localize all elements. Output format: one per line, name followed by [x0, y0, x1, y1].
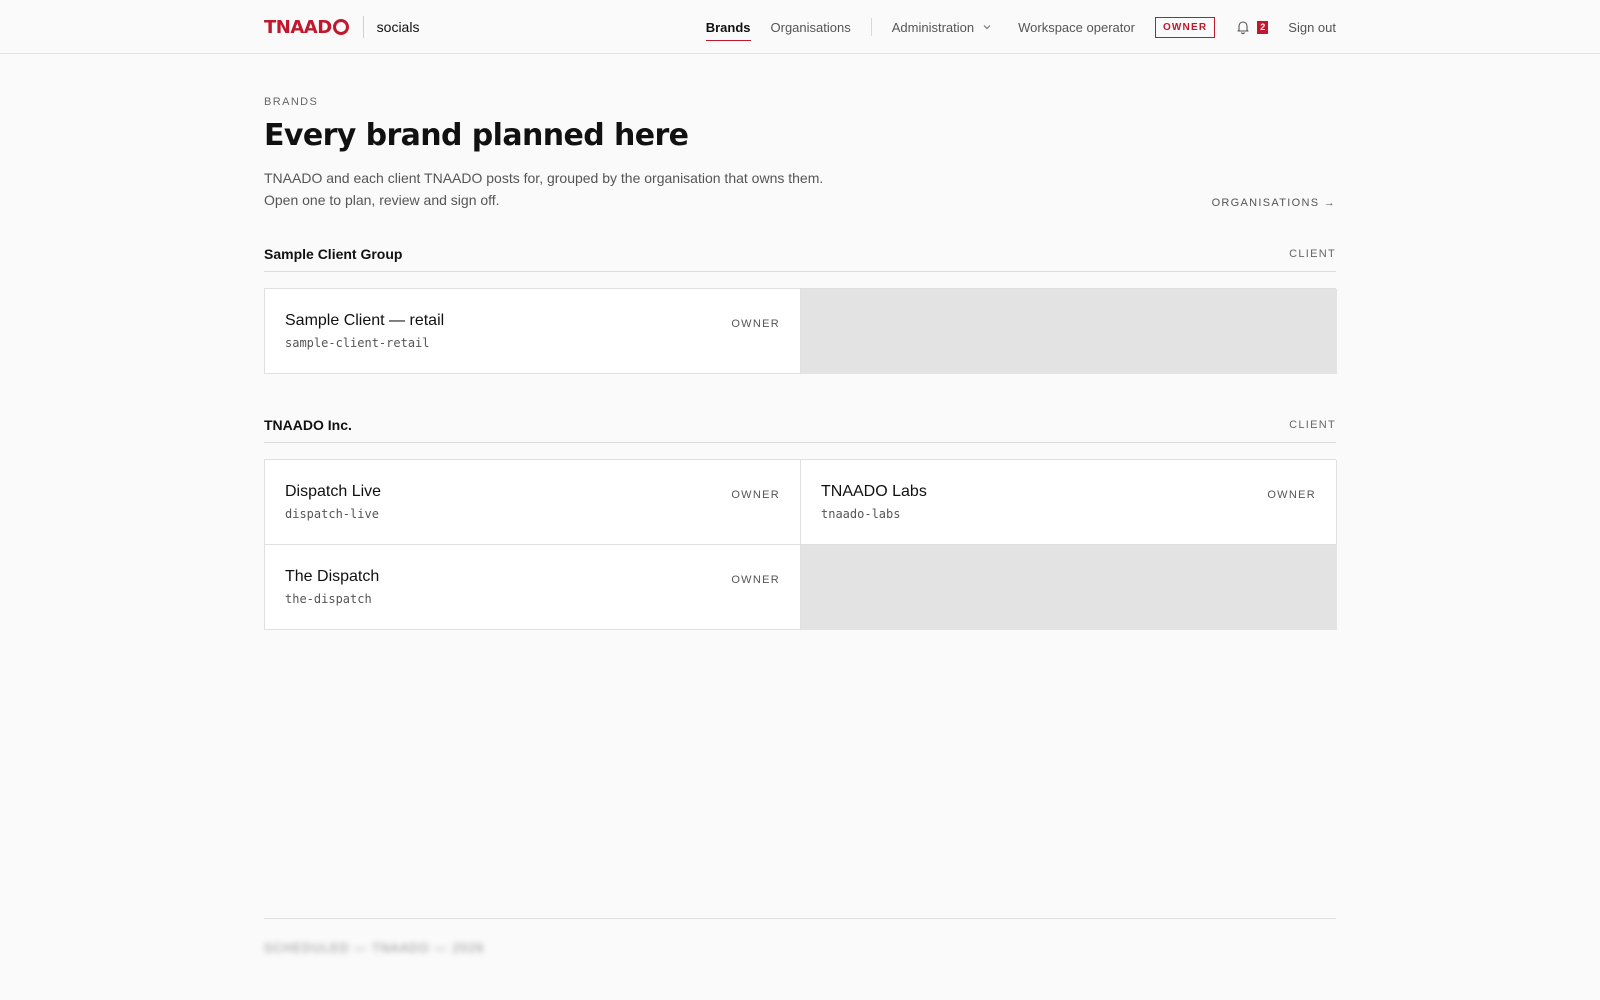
brand-role: OWNER — [731, 318, 780, 330]
brand-name: The Dispatch — [285, 568, 380, 585]
group-kind: CLIENT — [1289, 247, 1336, 260]
tnaado-logo[interactable]: TNAAD — [264, 17, 349, 38]
brand-name: Dispatch Live — [285, 483, 382, 500]
brand-grid: Sample Client — retail sample-client-ret… — [264, 288, 1337, 374]
brand-card-sample-client-retail[interactable]: Sample Client — retail sample-client-ret… — [265, 289, 801, 374]
brand-slug: dispatch-live — [285, 507, 379, 521]
org-group-tnaado-inc: TNAADO Inc. CLIENT Dispatch Live dispatc… — [264, 415, 1337, 630]
group-name: TNAADO Inc. — [264, 416, 352, 433]
brand-name: TNAADO Labs — [821, 483, 927, 500]
logo-ring-icon — [332, 19, 349, 35]
page-footer: SCHEDULED — TNAADO — 2026 — [264, 918, 1336, 955]
page-title: Every brand planned here — [264, 118, 689, 153]
notifications-count: 2 — [1257, 20, 1269, 34]
administration-label: Administration — [891, 19, 975, 35]
top-bar: TNAAD socials Brands Organisations Admin… — [0, 0, 1600, 54]
workspace-operator: Workspace operator — [1018, 19, 1135, 35]
role-badge: OWNER — [1154, 16, 1216, 38]
chevron-down-icon — [983, 25, 991, 30]
brand-grid: Dispatch Live dispatch-live OWNER TNAADO… — [264, 459, 1337, 630]
brand-role: OWNER — [731, 574, 780, 586]
administration-menu[interactable]: Administration — [892, 20, 992, 35]
grid-filler — [801, 545, 1337, 630]
brand-slug: sample-client-retail — [285, 336, 430, 350]
brand-card-tnaado-labs[interactable]: TNAADO Labs tnaado-labs OWNER — [801, 460, 1337, 545]
brand-role: OWNER — [731, 489, 780, 501]
notifications-button[interactable]: 2 — [1235, 19, 1269, 35]
nav-brands[interactable]: Brands — [705, 14, 751, 41]
brand-card-the-dispatch[interactable]: The Dispatch the-dispatch OWNER — [265, 545, 801, 630]
page-intro: TNAADO and each client TNAADO posts for,… — [264, 170, 824, 208]
product-name: socials — [376, 19, 420, 35]
brand-name: Sample Client — retail — [285, 312, 445, 329]
grid-filler — [801, 289, 1337, 374]
main-nav: Brands Organisations Administration Work… — [705, 14, 1336, 41]
organisations-link[interactable]: ORGANISATIONS → — [1212, 197, 1336, 209]
brand-slug: tnaado-labs — [821, 507, 901, 521]
group-header: TNAADO Inc. CLIENT — [264, 415, 1336, 443]
brand-card-dispatch-live[interactable]: Dispatch Live dispatch-live OWNER — [265, 460, 801, 545]
logo-wordmark: TNAAD — [264, 16, 332, 38]
group-name: Sample Client Group — [264, 245, 403, 262]
brand-divider — [362, 16, 364, 38]
brand-slug: the-dispatch — [285, 592, 372, 606]
nav-divider — [870, 18, 872, 36]
page-eyebrow: BRANDS — [264, 96, 319, 108]
brand-role: OWNER — [1267, 489, 1316, 501]
group-kind: CLIENT — [1289, 418, 1336, 431]
footer-text: SCHEDULED — TNAADO — 2026 — [264, 941, 485, 955]
nav-organisations[interactable]: Organisations — [771, 14, 851, 41]
sign-out-link[interactable]: Sign out — [1288, 20, 1336, 35]
bell-icon — [1237, 21, 1249, 35]
group-header: Sample Client Group CLIENT — [264, 244, 1336, 272]
top-bar-inner: TNAAD socials Brands Organisations Admin… — [264, 0, 1336, 54]
org-group-sample-client: Sample Client Group CLIENT Sample Client… — [264, 244, 1337, 374]
